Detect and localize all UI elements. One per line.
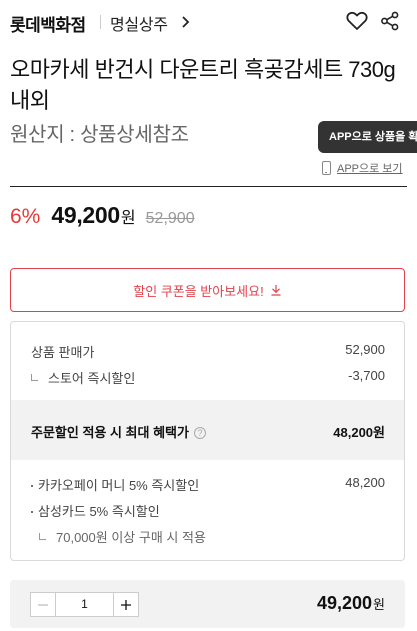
app-tooltip: APP으로 상품을 확 bbox=[318, 121, 417, 153]
store-discount-label: 스토어 즉시할인 bbox=[48, 371, 136, 386]
kakaopay-value: 48,200 bbox=[345, 475, 385, 490]
top-bar: 롯데백화점 명실상주 bbox=[0, 0, 417, 44]
indent-mark bbox=[39, 533, 46, 540]
total-price: 49,200 원 bbox=[317, 593, 385, 614]
product-title: 오마카세 반건시 다운트리 흑곶감세트 730g내외 bbox=[10, 57, 396, 113]
max-benefit-band: 주문할인 적용 시 최대 혜택가? 48,200원 bbox=[11, 400, 404, 460]
max-benefit-label: 주문할인 적용 시 최대 혜택가 bbox=[31, 425, 189, 440]
section-divider bbox=[10, 186, 407, 187]
price-row: 6% 49,200 원 52,900 bbox=[10, 202, 195, 234]
max-benefit-row: 주문할인 적용 시 최대 혜택가? 48,200원 bbox=[31, 422, 385, 441]
heart-icon[interactable] bbox=[346, 11, 368, 31]
chevron-right-icon[interactable] bbox=[179, 13, 193, 31]
plus-icon bbox=[121, 599, 131, 610]
max-benefit-value: 48,200원 bbox=[333, 425, 385, 440]
bullet bbox=[31, 511, 33, 513]
sale-price: 49,200 bbox=[51, 202, 120, 228]
decrease-quantity-button[interactable] bbox=[31, 593, 56, 616]
coupon-download-button[interactable]: 할인 쿠폰을 받아보세요! bbox=[10, 268, 405, 312]
samsung-row: 삼성카드 5% 즉시할인 bbox=[31, 501, 385, 520]
order-summary: 1 49,200 원 bbox=[10, 580, 405, 628]
download-icon bbox=[271, 285, 281, 296]
app-view-link[interactable]: APP으로 보기 bbox=[322, 159, 403, 177]
original-price: 52,900 bbox=[145, 210, 195, 227]
store-discount-value: -3,700 bbox=[348, 368, 385, 383]
total-price-value: 49,200 bbox=[316, 593, 373, 613]
brand-name[interactable]: 롯데백화점 bbox=[10, 11, 86, 36]
coupon-label: 할인 쿠폰을 받아보세요! bbox=[133, 283, 264, 299]
quantity-stepper: 1 bbox=[30, 592, 139, 617]
info-icon[interactable]: ? bbox=[193, 427, 206, 439]
app-view-link-label: APP으로 보기 bbox=[337, 163, 403, 175]
list-price-row: 상품 판매가 52,900 bbox=[31, 342, 385, 361]
price-breakdown-box: 상품 판매가 52,900 스토어 즉시할인 -3,700 주문할인 적용 시 … bbox=[10, 321, 405, 561]
samsung-label: 삼성카드 5% 즉시할인 bbox=[38, 504, 160, 519]
origin-info: 원산지 : 상품상세참조 bbox=[10, 124, 189, 146]
total-price-unit: 원 bbox=[373, 597, 385, 612]
samsung-note: 70,000원 이상 구매 시 적용 bbox=[56, 530, 206, 545]
kakaopay-row: 카카오페이 머니 5% 즉시할인 48,200 bbox=[31, 475, 385, 494]
store-discount-row: 스토어 즉시할인 -3,700 bbox=[31, 368, 385, 387]
list-price-label: 상품 판매가 bbox=[31, 345, 95, 360]
bullet bbox=[31, 485, 33, 487]
header-divider bbox=[100, 15, 101, 29]
minus-icon bbox=[38, 603, 48, 606]
phone-icon bbox=[322, 161, 331, 175]
list-price-value: 52,900 bbox=[345, 342, 385, 357]
shop-link[interactable]: 명실상주 bbox=[110, 11, 168, 35]
increase-quantity-button[interactable] bbox=[113, 593, 138, 616]
quantity-value[interactable]: 1 bbox=[56, 593, 113, 616]
share-icon[interactable] bbox=[380, 11, 400, 31]
kakaopay-label: 카카오페이 머니 5% 즉시할인 bbox=[38, 478, 200, 493]
indent-mark bbox=[31, 374, 38, 381]
samsung-note-row: 70,000원 이상 구매 시 적용 bbox=[39, 527, 393, 546]
currency-unit: 원 bbox=[120, 210, 136, 227]
discount-rate: 6% bbox=[10, 205, 41, 228]
